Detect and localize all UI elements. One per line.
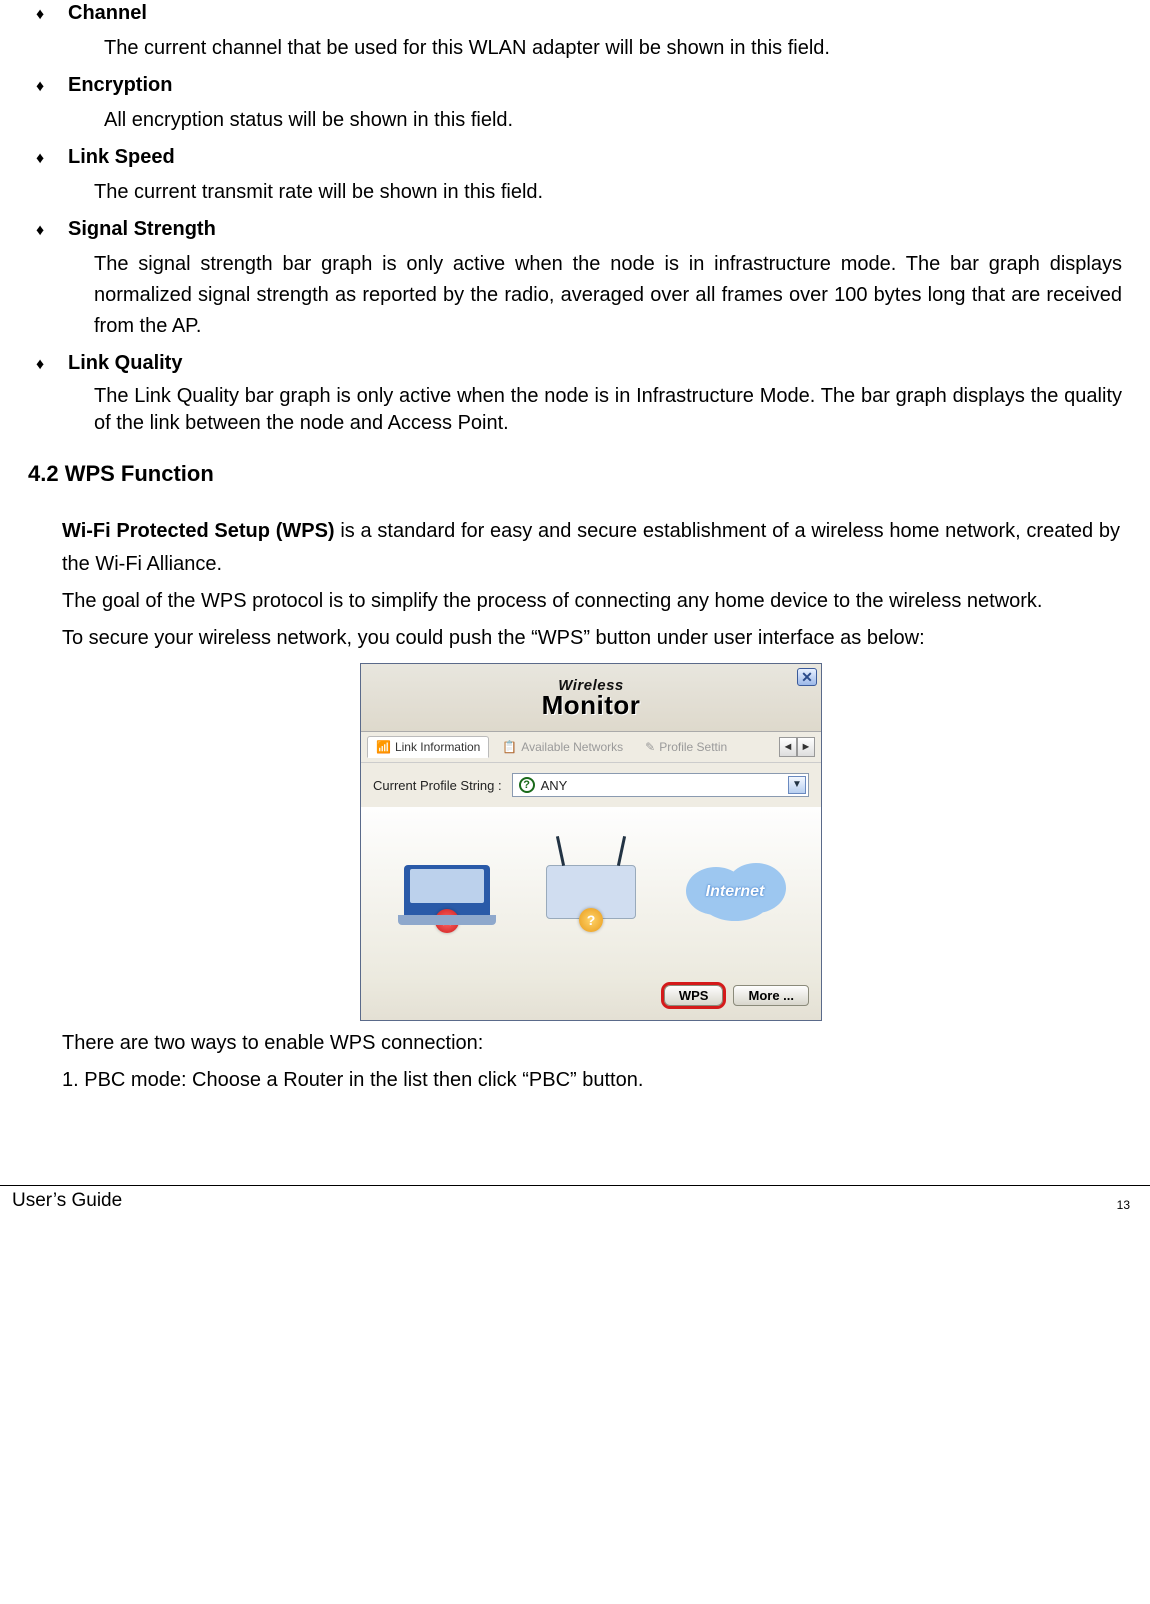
bullet-description: All encryption status will be shown in t…: [104, 105, 1122, 136]
after-text-1: There are two ways to enable WPS connect…: [62, 1027, 1120, 1060]
tab-bar: 📶 Link Information 📋 Available Networks …: [361, 732, 821, 763]
tab-profile-setting[interactable]: ✎ Profile Settin: [636, 736, 736, 758]
wps-paragraph-3: To secure your wireless network, you cou…: [62, 622, 1120, 655]
diamond-bullet-icon: ♦: [28, 150, 68, 168]
profile-value: ANY: [541, 778, 568, 793]
more-button[interactable]: More ...: [733, 985, 809, 1006]
question-icon: ?: [519, 777, 535, 793]
bullet-heading: Link Quality: [68, 352, 182, 375]
bullet-description: The current transmit rate will be shown …: [94, 177, 1122, 208]
page-footer: User’s Guide 13: [0, 1185, 1150, 1230]
tab-available-networks[interactable]: 📋 Available Networks: [493, 736, 632, 758]
bullet-heading: Link Speed: [68, 146, 175, 169]
bullet-heading: Signal Strength: [68, 218, 216, 241]
page-number: 13: [1117, 1198, 1130, 1212]
footer-left: User’s Guide: [12, 1190, 122, 1212]
bullet-heading: Encryption: [68, 74, 172, 97]
tab-link-information[interactable]: 📶 Link Information: [367, 736, 489, 758]
connection-diagram: ✕ ? Internet: [361, 807, 821, 977]
monitor-logo: Wireless Monitor: [542, 677, 641, 717]
bullet-description: The signal strength bar graph is only ac…: [94, 249, 1122, 342]
profile-row: Current Profile String : ? ANY ▼: [361, 763, 821, 807]
internet-cloud-icon: Internet: [680, 857, 790, 927]
networks-icon: 📋: [502, 740, 517, 754]
diamond-bullet-icon: ♦: [28, 6, 68, 24]
tab-label: Available Networks: [521, 740, 623, 754]
bullet-description: The Link Quality bar graph is only activ…: [94, 383, 1122, 437]
tab-label: Profile Settin: [659, 740, 727, 754]
profile-label: Current Profile String :: [373, 778, 502, 793]
window-titlebar: Wireless Monitor ✕: [361, 664, 821, 732]
bullet-item: ♦Link Speed: [28, 146, 1122, 169]
cloud-label: Internet: [706, 883, 765, 901]
profile-icon: ✎: [645, 740, 655, 754]
section-heading: 4.2 WPS Function: [28, 461, 1122, 487]
status-x-icon: ✕: [435, 909, 459, 933]
wps-bold: Wi-Fi Protected Setup (WPS): [62, 520, 335, 542]
profile-select[interactable]: ? ANY ▼: [512, 773, 809, 797]
bullet-item: ♦Channel: [28, 2, 1122, 25]
bullet-item: ♦Encryption: [28, 74, 1122, 97]
diamond-bullet-icon: ♦: [28, 222, 68, 240]
after-text-2: 1. PBC mode: Choose a Router in the list…: [62, 1064, 1120, 1097]
dropdown-arrow-icon[interactable]: ▼: [788, 776, 806, 794]
close-button[interactable]: ✕: [797, 668, 817, 686]
button-row: WPS More ...: [361, 977, 821, 1020]
wps-paragraph-2: The goal of the WPS protocol is to simpl…: [62, 585, 1120, 618]
logo-bottom-text: Monitor: [542, 694, 641, 717]
tab-scroll-right[interactable]: ►: [797, 737, 815, 757]
wps-button[interactable]: WPS: [664, 985, 724, 1006]
wps-paragraph-1: Wi-Fi Protected Setup (WPS) is a standar…: [62, 515, 1120, 581]
bullet-item: ♦Link Quality: [28, 352, 1122, 375]
laptop-device-icon: ✕: [392, 847, 502, 937]
wireless-monitor-window: Wireless Monitor ✕ 📶 Link Information 📋 …: [360, 663, 822, 1021]
status-question-icon: ?: [579, 908, 603, 932]
router-device-icon: ?: [536, 847, 646, 937]
diamond-bullet-icon: ♦: [28, 78, 68, 96]
diamond-bullet-icon: ♦: [28, 356, 68, 374]
bullet-description: The current channel that be used for thi…: [104, 33, 1122, 64]
bullet-heading: Channel: [68, 2, 147, 25]
link-info-icon: 📶: [376, 740, 391, 754]
tab-scroll-left[interactable]: ◄: [779, 737, 797, 757]
tab-label: Link Information: [395, 740, 480, 754]
bullet-item: ♦Signal Strength: [28, 218, 1122, 241]
